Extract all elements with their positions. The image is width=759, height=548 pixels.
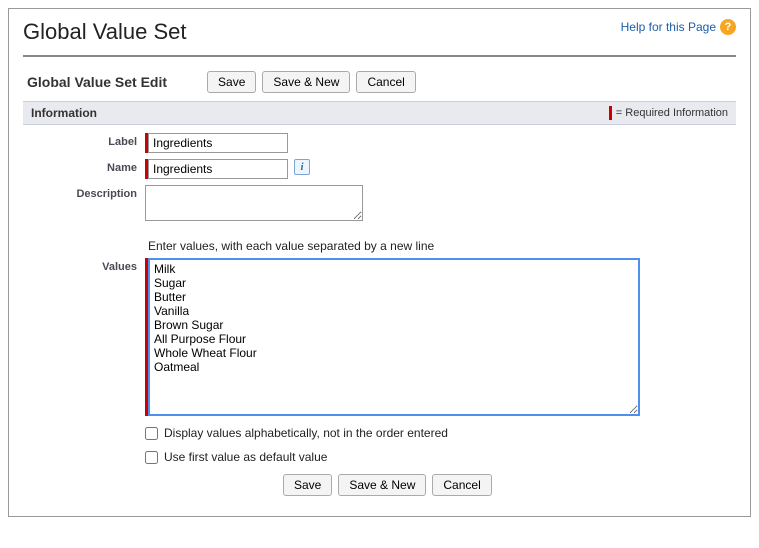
required-note: = Required Information xyxy=(609,106,728,120)
label-input-wrap xyxy=(145,133,288,153)
values-label: Values xyxy=(23,258,145,273)
form-area: Label Name i Description Enter values, w… xyxy=(23,125,736,500)
save-button[interactable]: Save xyxy=(283,474,332,496)
values-input[interactable] xyxy=(148,258,640,416)
name-input-wrap xyxy=(145,159,288,179)
name-label: Name xyxy=(23,159,145,174)
cancel-button[interactable]: Cancel xyxy=(356,71,415,93)
alpha-check-row[interactable]: Display values alphabetically, not in th… xyxy=(145,426,736,440)
default-check-row[interactable]: Use first value as default value xyxy=(145,450,736,464)
save-button[interactable]: Save xyxy=(207,71,256,93)
page-frame: Global Value Set Help for this Page ? Gl… xyxy=(8,8,751,517)
row-name: Name i xyxy=(23,159,736,179)
values-input-wrap xyxy=(145,258,640,416)
row-label: Label xyxy=(23,133,736,153)
row-values-hint: Enter values, with each value separated … xyxy=(23,239,736,256)
cancel-button[interactable]: Cancel xyxy=(432,474,491,496)
top-button-row: Save Save & New Cancel xyxy=(207,71,416,93)
checkbox-area: Display values alphabetically, not in th… xyxy=(23,426,736,464)
name-input[interactable] xyxy=(148,159,288,179)
save-and-new-button[interactable]: Save & New xyxy=(338,474,426,496)
save-and-new-button[interactable]: Save & New xyxy=(262,71,350,93)
info-icon[interactable]: i xyxy=(294,159,310,175)
alpha-checkbox[interactable] xyxy=(145,427,158,440)
default-label: Use first value as default value xyxy=(164,450,327,464)
required-bar-icon xyxy=(609,106,612,120)
section-title: Information xyxy=(31,106,97,120)
help-icon[interactable]: ? xyxy=(720,19,736,35)
row-values: Values xyxy=(23,258,736,416)
help-link: Help for this Page ? xyxy=(621,19,736,35)
description-label: Description xyxy=(23,185,145,200)
alpha-label: Display values alphabetically, not in th… xyxy=(164,426,448,440)
values-hint: Enter values, with each value separated … xyxy=(145,239,434,253)
edit-header: Global Value Set Edit Save Save & New Ca… xyxy=(23,65,736,101)
section-bar: Information = Required Information xyxy=(23,101,736,125)
default-checkbox[interactable] xyxy=(145,451,158,464)
page-header: Global Value Set Help for this Page ? xyxy=(23,19,736,57)
description-input[interactable] xyxy=(145,185,363,221)
page-title: Global Value Set xyxy=(23,19,186,45)
edit-title: Global Value Set Edit xyxy=(27,74,167,90)
row-description: Description xyxy=(23,185,736,221)
help-for-page-link[interactable]: Help for this Page xyxy=(621,20,716,34)
bottom-button-row: Save Save & New Cancel xyxy=(23,474,736,496)
label-label: Label xyxy=(23,133,145,148)
label-input[interactable] xyxy=(148,133,288,153)
required-note-text: = Required Information xyxy=(616,107,728,119)
